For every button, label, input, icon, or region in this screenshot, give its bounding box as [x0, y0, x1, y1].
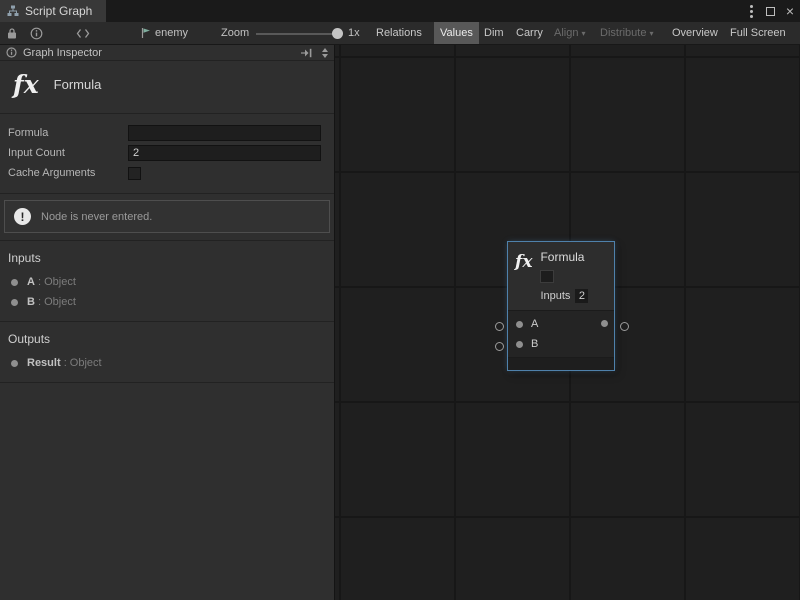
chevron-down-icon: ▾	[649, 29, 653, 38]
port-type: : Object	[38, 296, 76, 308]
port-name: Result	[27, 357, 61, 369]
graph-inspector-panel: Graph Inspector fx Formula Formula Input…	[0, 45, 335, 600]
port-type: : Object	[38, 276, 76, 288]
formula-fx-icon: fx	[13, 72, 39, 97]
carry-button[interactable]: Carry	[512, 22, 547, 44]
align-label: Align	[554, 27, 578, 39]
input-port-b-icon[interactable]	[516, 341, 523, 348]
scroll-arrows[interactable]	[319, 48, 331, 58]
port-type: : Object	[64, 357, 102, 369]
node-inputs-label: Inputs	[540, 290, 570, 302]
zoom-slider-track[interactable]	[256, 33, 340, 35]
port-name: B	[27, 296, 35, 308]
close-icon[interactable]: ×	[786, 4, 794, 18]
port-a-label: A	[531, 318, 538, 330]
input-count-field-row: Input Count	[8, 143, 321, 163]
formula-node[interactable]: fx Formula Inputs 2 A B	[508, 242, 614, 370]
port-b-label: B	[531, 338, 538, 350]
port-dot-icon	[11, 360, 18, 367]
formula-field-label: Formula	[8, 127, 128, 139]
port-row-a: A	[508, 314, 614, 334]
window-controls: ×	[748, 0, 794, 22]
tab-label: Script Graph	[25, 4, 92, 18]
cache-arguments-label: Cache Arguments	[8, 167, 128, 179]
graph-toolbar: enemy Zoom 1x Relations Values Dim Carry…	[0, 22, 800, 45]
chevron-down-icon: ▾	[581, 29, 585, 38]
inputs-header: Inputs	[0, 246, 334, 272]
graph-canvas[interactable]: fx Formula Inputs 2 A B	[335, 45, 800, 600]
tab-script-graph[interactable]: Script Graph	[0, 0, 106, 22]
port-a-connector-ring[interactable]	[495, 322, 504, 331]
scroll-down-icon[interactable]	[322, 54, 328, 58]
outputs-header: Outputs	[0, 327, 334, 353]
zoom-label: Zoom	[221, 22, 249, 44]
formula-input[interactable]	[128, 125, 321, 141]
graph-inspector-header: Graph Inspector	[0, 45, 334, 61]
formula-inline-field[interactable]	[540, 270, 554, 283]
inputs-section: Inputs A : Object B : Object	[0, 240, 334, 321]
node-title-block: fx Formula	[0, 61, 334, 114]
result-output-port-icon[interactable]	[601, 320, 608, 327]
align-dropdown[interactable]: Align ▾	[550, 22, 589, 44]
cache-arguments-row: Cache Arguments	[8, 163, 321, 183]
input-item-b: B : Object	[0, 292, 334, 312]
port-row-b: B	[508, 334, 614, 354]
output-item-result: Result : Object	[0, 353, 334, 373]
fullscreen-button[interactable]: Full Screen	[726, 22, 790, 44]
info-icon	[6, 47, 17, 58]
formula-field-row: Formula	[8, 123, 321, 143]
script-graph-icon	[7, 5, 19, 17]
formula-node-footer	[508, 357, 614, 370]
warning-icon: !	[14, 208, 31, 225]
zoom-value: 1x	[348, 22, 360, 44]
node-inputs-value[interactable]: 2	[575, 289, 588, 303]
node-title: Formula	[54, 77, 102, 92]
input-count-label: Input Count	[8, 147, 128, 159]
distribute-label: Distribute	[600, 27, 646, 39]
distribute-dropdown[interactable]: Distribute ▾	[596, 22, 657, 44]
outputs-section: Outputs Result : Object	[0, 321, 334, 383]
graph-pointer-flag-icon	[140, 22, 152, 44]
formula-node-ports: A B	[508, 310, 614, 357]
scroll-up-icon[interactable]	[322, 48, 328, 52]
port-dot-icon	[11, 299, 18, 306]
warning-text: Node is never entered.	[41, 211, 152, 223]
port-dot-icon	[11, 279, 18, 286]
dim-button[interactable]: Dim	[480, 22, 508, 44]
maximize-icon[interactable]	[766, 7, 775, 16]
values-button[interactable]: Values	[434, 22, 479, 44]
warning-box: ! Node is never entered.	[4, 200, 330, 233]
node-inputs-row: Inputs 2	[540, 288, 588, 304]
info-icon[interactable]	[30, 22, 43, 44]
zoom-slider-knob[interactable]	[332, 28, 343, 39]
node-settings-fields: Formula Input Count Cache Arguments	[0, 114, 334, 194]
lock-icon[interactable]	[6, 22, 18, 44]
cache-arguments-checkbox[interactable]	[128, 167, 141, 180]
graph-inspector-title: Graph Inspector	[23, 47, 102, 59]
input-count-input[interactable]	[128, 145, 321, 161]
port-b-connector-ring[interactable]	[495, 342, 504, 351]
relations-button[interactable]: Relations	[372, 22, 426, 44]
formula-fx-icon: fx	[515, 250, 532, 304]
code-icon[interactable]	[76, 22, 90, 44]
dock-panel-icon[interactable]	[300, 48, 313, 58]
kebab-menu-icon[interactable]	[748, 3, 755, 20]
port-name: A	[27, 276, 35, 288]
formula-node-header: fx Formula Inputs 2	[508, 242, 614, 310]
result-connector-ring[interactable]	[620, 322, 629, 331]
overview-button[interactable]: Overview	[668, 22, 722, 44]
window-tab-bar: Script Graph ×	[0, 0, 800, 22]
input-port-a-icon[interactable]	[516, 321, 523, 328]
formula-node-title: Formula	[540, 250, 588, 265]
graph-pointer-label: enemy	[155, 22, 188, 44]
input-item-a: A : Object	[0, 272, 334, 292]
